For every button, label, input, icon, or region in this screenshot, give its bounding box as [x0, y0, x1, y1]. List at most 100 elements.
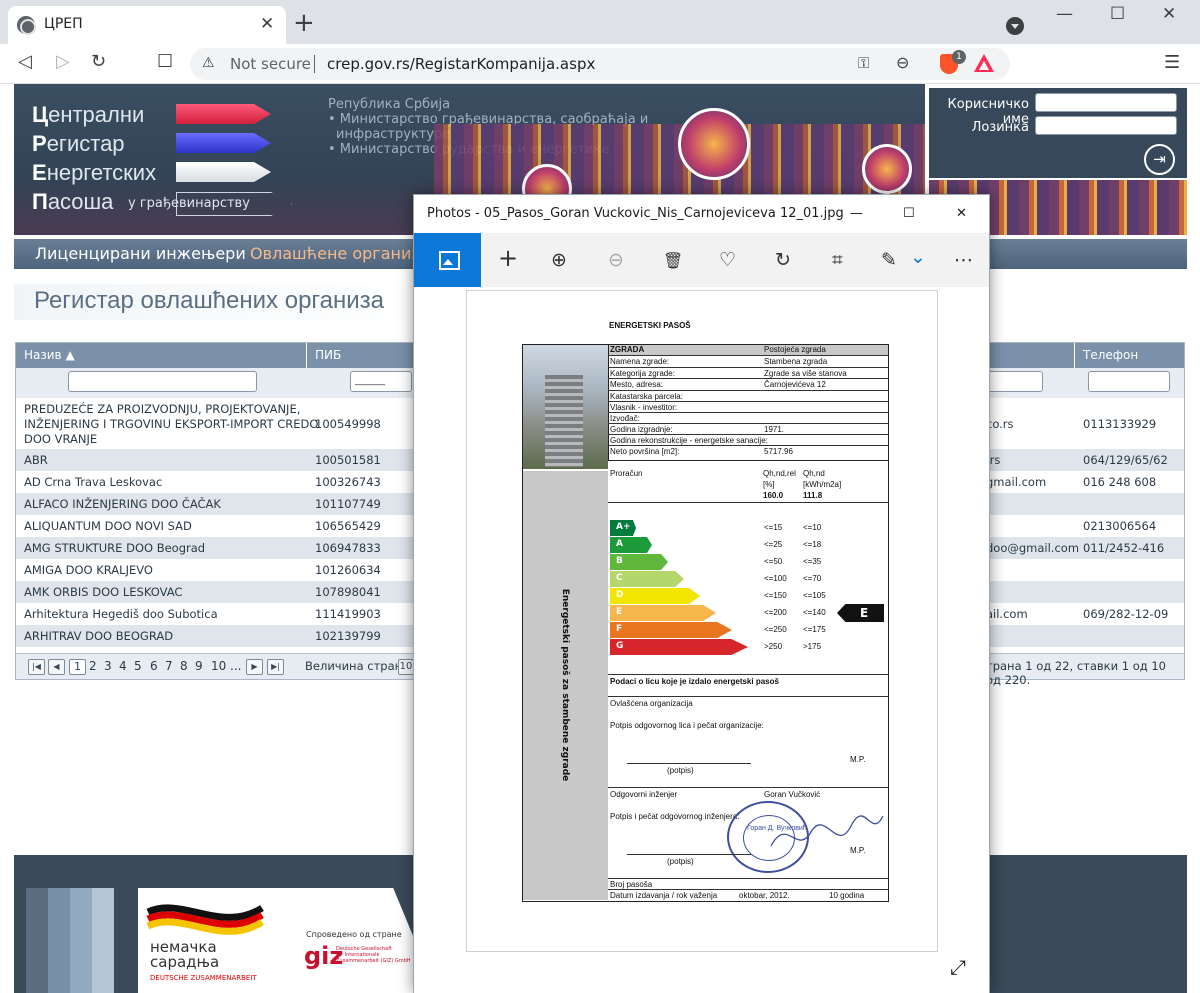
page-number[interactable]: 6 [150, 659, 158, 673]
cell-pib: 111419903 [315, 607, 381, 621]
photos-minimize-icon[interactable]: — [850, 206, 863, 221]
column-header-pib[interactable]: ПИБ [307, 343, 413, 368]
close-window-icon[interactable]: ✕ [1162, 4, 1176, 24]
german-cooperation-logo [146, 904, 264, 935]
energy-class-abs: >175 [803, 642, 822, 651]
new-tab-button[interactable]: + [293, 10, 315, 36]
engineer-signature [770, 815, 884, 847]
doc-heading: ENERGETSKI PASOŠ [609, 321, 691, 330]
page-number[interactable]: 8 [180, 659, 188, 673]
zoom-icon[interactable]: ⊖ [896, 53, 909, 72]
building-key: Katastarska parcela: [610, 392, 683, 401]
delete-icon[interactable]: 🗑 [663, 251, 683, 270]
table-rule [608, 674, 889, 675]
building-photo [523, 345, 608, 469]
dropdown-chevron-icon[interactable]: ⌄ [910, 246, 926, 268]
column-header-name[interactable]: Назив ▲ [16, 343, 306, 368]
view-image-icon[interactable] [414, 233, 481, 287]
tab-search-icon[interactable] [1006, 17, 1024, 35]
footer-stripe [26, 888, 48, 993]
bookmark-icon[interactable]: ☐ [157, 52, 173, 72]
pib-filter-input[interactable]: ______ [350, 371, 412, 392]
energy-class-bar: D [610, 588, 700, 604]
energy-class-bar: F [610, 622, 732, 638]
page-number[interactable]: 4 [119, 659, 127, 673]
issuer-title: Podaci o licu koje je izdalo energetski … [610, 677, 779, 686]
key-icon[interactable]: ⚿ [858, 54, 869, 72]
last-page-icon[interactable]: ▶| [267, 659, 284, 675]
rotate-icon[interactable]: ↻ [775, 249, 791, 271]
url-text[interactable]: crep.gov.rs/RegistarKompanija.aspx [327, 55, 595, 73]
table-rule [608, 401, 889, 402]
zoom-out-icon[interactable]: ⊖ [608, 249, 624, 271]
footer-stripe [92, 888, 114, 993]
signature-line [627, 854, 751, 855]
page-number-current[interactable]: 1 [69, 659, 86, 675]
login-icon[interactable]: ⇥ [1144, 144, 1175, 175]
building-key: ZGRADA [610, 345, 645, 354]
logo-line: Регистар [32, 131, 125, 156]
eng-sign-label: Potpis i pečat odgovornog inženjera: [610, 812, 740, 821]
security-label[interactable]: Not secure [230, 55, 311, 73]
forward-icon[interactable]: ▷ [56, 52, 70, 72]
cell-name: PREDUZEĆE ZA PROIZVODNJU, PROJEKTOVANJE, [24, 402, 301, 416]
page-size-select[interactable]: 10 [398, 659, 414, 675]
address-bar[interactable]: ⚠ Not secure crep.gov.rs/RegistarKompani… [190, 48, 1010, 80]
maximize-icon[interactable]: ☐ [1110, 4, 1125, 24]
photos-close-icon[interactable]: ✕ [956, 206, 967, 221]
browser-tab[interactable]: ЦРЕП ✕ [8, 6, 286, 44]
first-page-icon[interactable]: |◀ [28, 659, 45, 675]
tab-close-icon[interactable]: ✕ [260, 14, 274, 34]
prev-page-icon[interactable]: ◀ [48, 659, 65, 675]
energy-class-bar: C [610, 571, 684, 587]
page-number[interactable]: 3 [104, 659, 112, 673]
photos-maximize-icon[interactable]: ☐ [903, 206, 915, 221]
phone-filter-input[interactable] [1088, 371, 1170, 392]
energy-class-rel: <=100 [764, 574, 787, 583]
edit-icon[interactable]: ✎ [881, 249, 897, 271]
next-page-icon[interactable]: ▶ [246, 659, 263, 675]
favorite-icon[interactable]: ♡ [719, 249, 736, 271]
nav-authorized-organizations[interactable]: Овлашћене организа [250, 244, 430, 263]
back-icon[interactable]: ◁ [18, 52, 32, 72]
page-ellipsis[interactable]: ... [230, 659, 241, 673]
table-rule [608, 412, 889, 413]
add-icon[interactable]: + [498, 244, 518, 272]
password-label: Лозинка [971, 120, 1029, 135]
partner-logo-card[interactable]: немачка сарадња DEUTSCHE ZUSAMMENARBEIT … [138, 888, 428, 993]
cell-name: AD Crna Trava Leskovac [24, 475, 163, 489]
page-number[interactable]: 5 [134, 659, 142, 673]
more-icon[interactable]: ⋯ [954, 249, 973, 271]
brave-rewards-icon[interactable] [974, 54, 994, 72]
page-number[interactable]: 2 [89, 659, 97, 673]
energy-class-rel: <=250 [764, 625, 787, 634]
browser-menu-icon[interactable]: ☰ [1164, 52, 1180, 73]
minimize-icon[interactable]: — [1056, 4, 1073, 24]
photos-title: Photos - 05_Pasos_Goran Vuckovic_Nis_Car… [427, 206, 844, 221]
page-number[interactable]: 9 [195, 659, 203, 673]
building-key: Namena zgrade: [610, 357, 670, 366]
password-input[interactable] [1035, 116, 1177, 135]
page-number[interactable]: 7 [165, 659, 173, 673]
zoom-in-icon[interactable]: ⊕ [551, 249, 567, 271]
page-size-label: Величина стране: [305, 659, 414, 673]
crop-icon[interactable]: ⌗ [832, 249, 843, 271]
column-header-phone[interactable]: Телефон [1075, 343, 1184, 368]
shield-count-badge: 1 [952, 50, 966, 64]
name-filter-input[interactable] [68, 371, 257, 392]
energy-class-bar: B [610, 554, 668, 570]
cell-name: ARHITRAV DOO BEOGRAD [24, 629, 174, 643]
nav-licensed-engineers[interactable]: Лиценцирани инжењери [35, 244, 246, 263]
expand-icon[interactable]: ⤢ [950, 955, 966, 979]
energy-class-label: F [616, 624, 623, 634]
mp-label: M.P. [850, 846, 866, 855]
reload-icon[interactable]: ↻ [91, 52, 106, 72]
page-number[interactable]: 10 [211, 659, 226, 673]
email-filter-input[interactable] [981, 371, 1043, 392]
energy-class-rel: <=15 [764, 523, 783, 532]
cell-phone: 069/282-12-09 [1083, 607, 1169, 621]
pager-summary: трана 1 од 22, ставки 1 од 10 од 220. [986, 659, 1166, 687]
warning-icon[interactable]: ⚠ [202, 55, 215, 71]
username-input[interactable] [1035, 93, 1177, 112]
energy-class-abs: <=70 [803, 574, 822, 583]
